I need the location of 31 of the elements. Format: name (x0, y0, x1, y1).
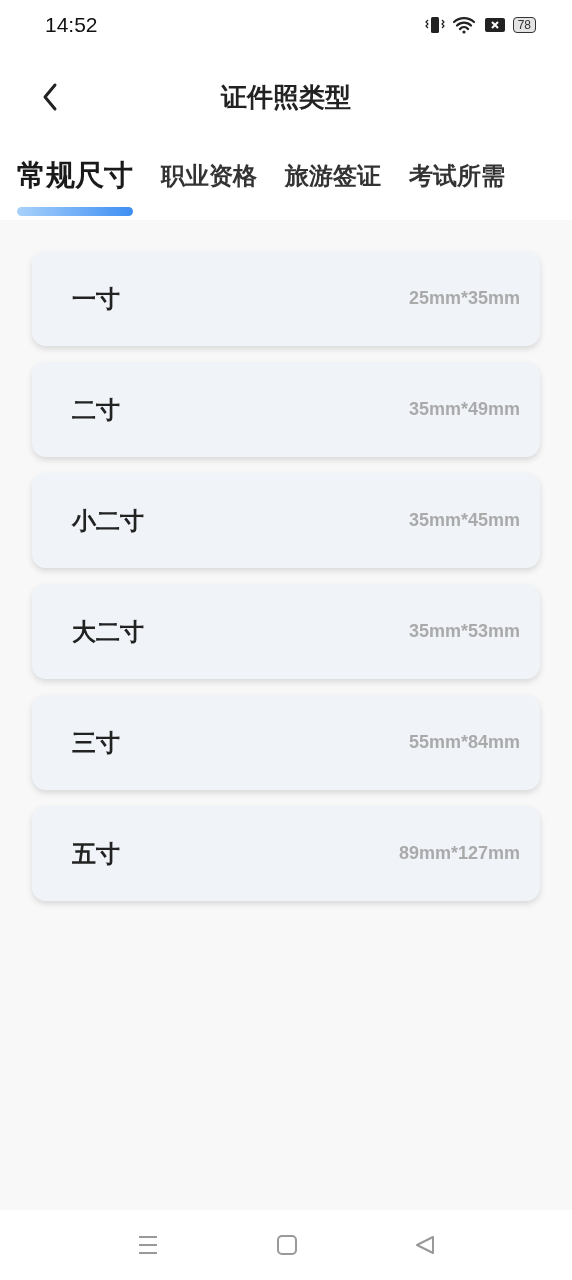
tab[interactable]: 常规尺寸 (17, 144, 133, 216)
battery-icon: 78 (512, 17, 536, 33)
size-name: 一寸 (72, 283, 120, 315)
size-dimensions: 35mm*49mm (408, 399, 520, 420)
size-dimensions: 89mm*127mm (398, 843, 520, 864)
tab[interactable]: 职业资格 (161, 144, 257, 216)
size-dimensions: 55mm*84mm (408, 732, 520, 753)
size-card[interactable]: 大二寸 35mm*53mm (32, 584, 540, 679)
size-card[interactable]: 二寸 35mm*49mm (32, 362, 540, 457)
back-nav-icon[interactable] (414, 1234, 436, 1256)
page-title: 证件照类型 (221, 80, 351, 114)
size-card[interactable]: 五寸 89mm*127mm (32, 806, 540, 901)
size-name: 二寸 (72, 394, 120, 426)
size-card[interactable]: 一寸 25mm*35mm (32, 251, 540, 346)
vibrate-icon (424, 16, 445, 34)
size-name: 五寸 (72, 838, 120, 870)
wifi-icon (452, 16, 477, 34)
size-card[interactable]: 三寸 55mm*84mm (32, 695, 540, 790)
home-icon[interactable] (276, 1234, 298, 1256)
size-dimensions: 35mm*53mm (408, 621, 520, 642)
status-time: 14:52 (45, 13, 98, 37)
tab[interactable]: 旅游签证 (285, 144, 381, 216)
no-sim-icon (484, 17, 505, 33)
menu-icon[interactable] (136, 1233, 160, 1257)
size-card[interactable]: 小二寸 35mm*45mm (32, 473, 540, 568)
tab[interactable]: 考试所需 (409, 144, 505, 216)
size-dimensions: 35mm*45mm (408, 510, 520, 531)
size-name: 三寸 (72, 727, 120, 759)
size-dimensions: 25mm*35mm (408, 288, 520, 309)
size-name: 小二寸 (72, 505, 144, 537)
size-name: 大二寸 (72, 616, 144, 648)
